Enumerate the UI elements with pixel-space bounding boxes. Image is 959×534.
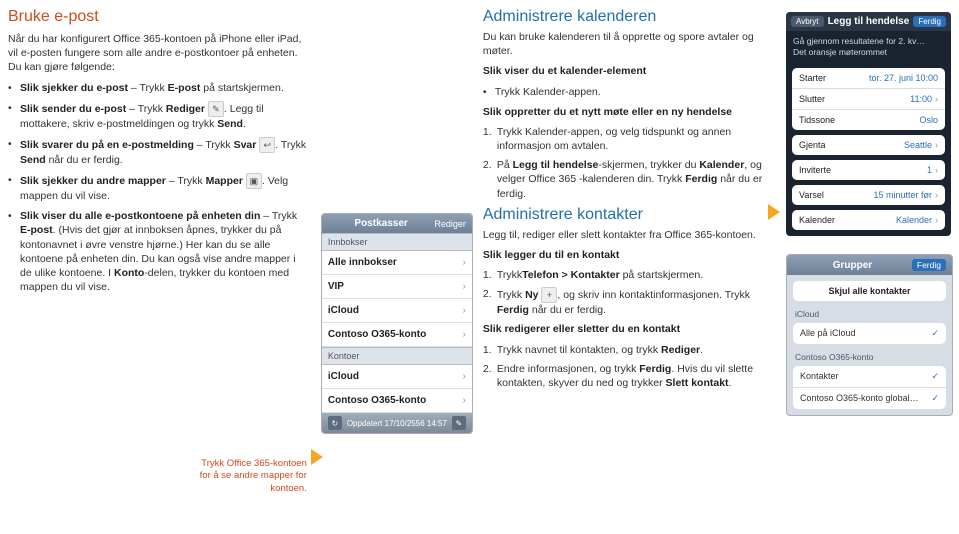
event-info: Gå gjennom resultatene for 2. kv… Det or… bbox=[786, 31, 951, 63]
heading-calendar: Administrere kalenderen bbox=[483, 8, 774, 26]
step-pick-calendar: 2.På Legg til hendelse-skjermen, trykker… bbox=[483, 158, 774, 201]
row-repeat[interactable]: GjentaSeattle› bbox=[792, 135, 945, 155]
pointer-arrow-icon bbox=[768, 204, 780, 220]
contacts-intro: Legg til, rediger eller slett kontakter … bbox=[483, 228, 774, 242]
section-icloud: iCloud bbox=[787, 307, 952, 321]
row-icloud-inbox[interactable]: iCloud› bbox=[322, 299, 472, 323]
pointer-arrow-icon bbox=[311, 449, 323, 465]
edit-button[interactable]: Rediger bbox=[434, 219, 466, 229]
add-event-widget: Avbryt Legg til hendelse Ferdig Gå gjenn… bbox=[786, 12, 951, 236]
bullet-send-mail: Slik sender du e-post – Trykk Rediger ✎.… bbox=[8, 101, 309, 131]
chevron-right-icon: › bbox=[463, 281, 466, 292]
section-contoso: Contoso O365-konto bbox=[787, 350, 952, 364]
section-accounts: Kontoer bbox=[322, 347, 472, 365]
groups-title: Grupper bbox=[833, 260, 872, 271]
step-tap-name: 1.Trykk navnet til kontakten, og trykk R… bbox=[483, 343, 774, 357]
group-all-icloud[interactable]: Alle på iCloud✓ bbox=[793, 323, 946, 344]
calendar-block: KalenderKalender› bbox=[792, 210, 945, 230]
reply-icon: ↩ bbox=[259, 137, 275, 153]
event-subject: Gå gjennom resultatene for 2. kv… bbox=[793, 36, 944, 47]
alert-block: Varsel15 minutter før› bbox=[792, 185, 945, 205]
row-alert[interactable]: Varsel15 minutter før› bbox=[792, 185, 945, 205]
chevron-right-icon: › bbox=[463, 371, 466, 382]
chevron-right-icon: › bbox=[463, 395, 466, 406]
column-calendar-contacts: Administrere kalenderen Du kan bruke kal… bbox=[483, 8, 774, 526]
mailboxes-widget: Postkasser Rediger Innbokser Alle innbok… bbox=[321, 213, 473, 434]
bullet-reply-mail: Slik svarer du på en e-postmelding – Try… bbox=[8, 137, 309, 167]
plus-icon: + bbox=[541, 287, 557, 303]
row-starts[interactable]: Startertor. 27. juni 10:00 bbox=[792, 68, 945, 89]
mailboxes-toolbar: Postkasser Rediger bbox=[322, 214, 472, 233]
chevron-right-icon: › bbox=[935, 190, 938, 200]
compose-icon: ✎ bbox=[208, 101, 224, 117]
group-contoso-global[interactable]: Contoso O365-konto global…✓ bbox=[793, 388, 946, 409]
row-contoso-acct[interactable]: Contoso O365-konto› bbox=[322, 389, 472, 413]
subhead-view-item: Slik viser du et kalender-element bbox=[483, 64, 774, 78]
row-icloud-acct[interactable]: iCloud› bbox=[322, 365, 472, 389]
add-event-title: Legg til hendelse bbox=[828, 16, 910, 27]
groups-widget: Grupper Ferdig Skjul alle kontakter iClo… bbox=[786, 254, 953, 416]
hide-all-button[interactable]: Skjul alle kontakter bbox=[793, 281, 946, 301]
add-event-toolbar: Avbryt Legg til hendelse Ferdig bbox=[786, 12, 951, 31]
step-edit-done: 2.Endre informasjonen, og trykk Ferdig. … bbox=[483, 362, 774, 390]
mailboxes-title: Postkasser bbox=[354, 218, 407, 229]
bullet-check-mail: Slik sjekker du e-post – Trykk E-post på… bbox=[8, 81, 309, 95]
check-icon: ✓ bbox=[931, 328, 939, 339]
done-button[interactable]: Ferdig bbox=[912, 259, 946, 271]
invitees-block: Inviterte1› bbox=[792, 160, 945, 180]
subhead-edit-contact: Slik redigerer eller sletter du en konta… bbox=[483, 322, 774, 336]
mailboxes-footer: ↻ Oppdatert 17/10/2556 14:57 ✎ bbox=[322, 413, 472, 433]
row-timezone[interactable]: TidssoneOslo bbox=[792, 110, 945, 130]
subhead-add-contact: Slik legger du til en kontakt bbox=[483, 248, 774, 262]
check-icon: ✓ bbox=[931, 393, 939, 404]
cancel-button[interactable]: Avbryt bbox=[791, 16, 824, 27]
heading-contacts: Administrere kontakter bbox=[483, 206, 774, 224]
caption-row: Trykk Office 365-kontoen for å se andre … bbox=[193, 418, 323, 495]
chevron-right-icon: › bbox=[935, 140, 938, 150]
caption-office365: Trykk Office 365-kontoen for å se andre … bbox=[193, 458, 307, 495]
row-vip[interactable]: VIP› bbox=[322, 275, 472, 299]
chevron-right-icon: › bbox=[463, 329, 466, 340]
repeat-block: GjentaSeattle› bbox=[792, 135, 945, 155]
row-contoso-inbox[interactable]: Contoso O365-konto› bbox=[322, 323, 472, 347]
row-all-inboxes[interactable]: Alle innbokser› bbox=[322, 251, 472, 275]
row-calendar[interactable]: KalenderKalender› bbox=[792, 210, 945, 230]
intro-text: Når du har konfigurert Office 365-kontoe… bbox=[8, 32, 309, 75]
column-phone-mailboxes: Postkasser Rediger Innbokser Alle innbok… bbox=[321, 8, 471, 526]
row-ends[interactable]: Slutter11:00› bbox=[792, 89, 945, 110]
bullet-all-accounts: Slik viser du alle e-postkontoene på enh… bbox=[8, 209, 309, 294]
check-icon: ✓ bbox=[931, 371, 939, 382]
column-right-phones: Avbryt Legg til hendelse Ferdig Gå gjenn… bbox=[786, 8, 951, 526]
section-inboxes: Innbokser bbox=[322, 233, 472, 251]
step-open-contacts: 1.TrykkTelefon > Kontakter på startskjer… bbox=[483, 268, 774, 282]
heading-email: Bruke e-post bbox=[8, 8, 309, 26]
row-invitees[interactable]: Inviterte1› bbox=[792, 160, 945, 180]
step-new-contact: 2.Trykk Ny +, og skriv inn kontaktinform… bbox=[483, 287, 774, 317]
chevron-right-icon: › bbox=[463, 257, 466, 268]
chevron-right-icon: › bbox=[463, 305, 466, 316]
updated-timestamp: Oppdatert 17/10/2556 14:57 bbox=[347, 419, 447, 428]
event-location: Det oransje møterommet bbox=[793, 47, 944, 58]
chevron-right-icon: › bbox=[935, 215, 938, 225]
bullet-folders: Slik sjekker du andre mapper – Trykk Map… bbox=[8, 173, 309, 203]
step-select-time: 1.Trykk Kalender-appen, og velg tidspunk… bbox=[483, 125, 774, 153]
compose-icon[interactable]: ✎ bbox=[452, 416, 466, 430]
refresh-icon[interactable]: ↻ bbox=[328, 416, 342, 430]
groups-toolbar: Grupper Ferdig bbox=[787, 255, 952, 275]
group-kontakter[interactable]: Kontakter✓ bbox=[793, 366, 946, 388]
bullet-open-calendar: Trykk Kalender-appen. bbox=[483, 85, 774, 99]
calendar-intro: Du kan bruke kalenderen til å opprette o… bbox=[483, 30, 774, 58]
subhead-new-event: Slik oppretter du et nytt møte eller en … bbox=[483, 105, 774, 119]
done-button[interactable]: Ferdig bbox=[913, 16, 946, 27]
time-block: Startertor. 27. juni 10:00 Slutter11:00›… bbox=[792, 68, 945, 130]
chevron-right-icon: › bbox=[935, 94, 938, 104]
folder-icon: ▣ bbox=[246, 173, 262, 189]
chevron-right-icon: › bbox=[935, 165, 938, 175]
